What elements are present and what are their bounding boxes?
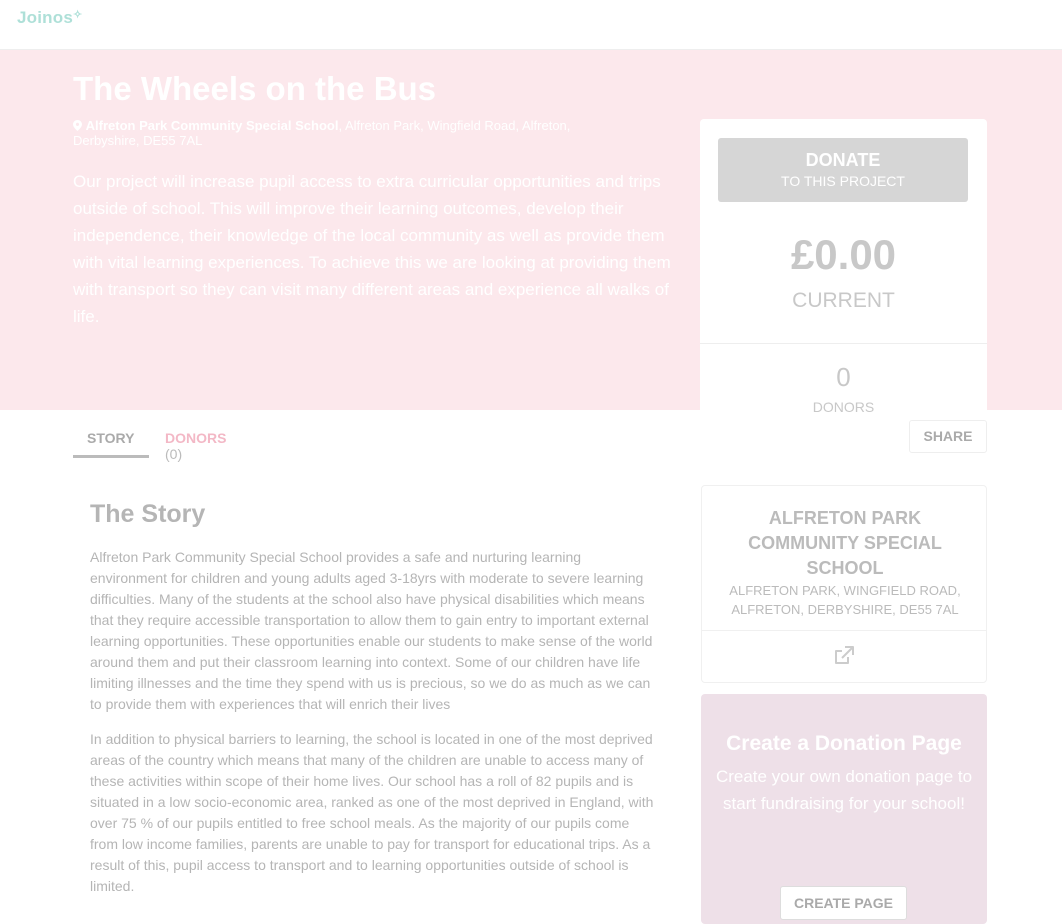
project-hero: The Wheels on the Bus Alfreton Park Comm… — [0, 50, 1062, 429]
top-navbar: Joinos✧ — [0, 0, 1062, 50]
donate-card: DONATE TO THIS PROJECT £0.00 CURRENT 0 D… — [700, 119, 987, 429]
external-link-icon[interactable] — [832, 644, 856, 668]
create-donation-page-card: Create a Donation Page Create your own d… — [701, 694, 987, 924]
donate-button-label: DONATE — [805, 150, 881, 170]
create-page-button[interactable]: CREATE PAGE — [780, 886, 907, 920]
donate-button-sublabel: TO THIS PROJECT — [781, 173, 905, 189]
school-link[interactable]: Alfreton Park Community Special School — [86, 118, 339, 133]
story-paragraph: In addition to physical barriers to lear… — [90, 731, 654, 894]
logo-text: Joinos — [17, 8, 73, 27]
project-description: Our project will increase pupil access t… — [73, 172, 671, 326]
current-amount: £0.00 — [790, 231, 897, 278]
story-title: The Story — [90, 500, 206, 528]
share-button[interactable]: SHARE — [909, 420, 987, 453]
donors-label: DONORS — [812, 399, 875, 415]
school-card-divider — [702, 630, 986, 631]
school-name[interactable]: ALFRETON PARK COMMUNITY SPECIAL SCHOOL — [712, 506, 978, 581]
project-title: The Wheels on the Bus — [73, 70, 437, 107]
tab-story[interactable]: STORY — [87, 430, 134, 446]
story-paragraph: Alfreton Park Community Special School p… — [90, 549, 653, 712]
donors-count: 0 — [836, 362, 851, 392]
project-address: Alfreton Park Community Special School, … — [73, 118, 633, 148]
create-page-title: Create a Donation Page — [726, 732, 962, 755]
create-page-description: Create your own donation page to start f… — [715, 767, 973, 813]
current-amount-label: CURRENT — [792, 289, 895, 312]
school-address: ALFRETON PARK, WINGFIELD ROAD, ALFRETON,… — [729, 583, 961, 617]
donate-button[interactable]: DONATE TO THIS PROJECT — [718, 138, 968, 202]
school-card: ALFRETON PARK COMMUNITY SPECIAL SCHOOL A… — [701, 485, 987, 683]
active-tab-indicator — [73, 455, 149, 458]
logo[interactable]: Joinos✧ — [17, 8, 82, 28]
tab-donors[interactable]: DONORS (0) — [165, 430, 226, 462]
logo-sparkle-icon: ✧ — [73, 9, 83, 21]
map-pin-icon — [73, 120, 82, 131]
tab-donors-count: (0) — [165, 446, 183, 462]
tab-donors-label: DONORS — [165, 430, 227, 446]
card-divider — [700, 343, 987, 344]
